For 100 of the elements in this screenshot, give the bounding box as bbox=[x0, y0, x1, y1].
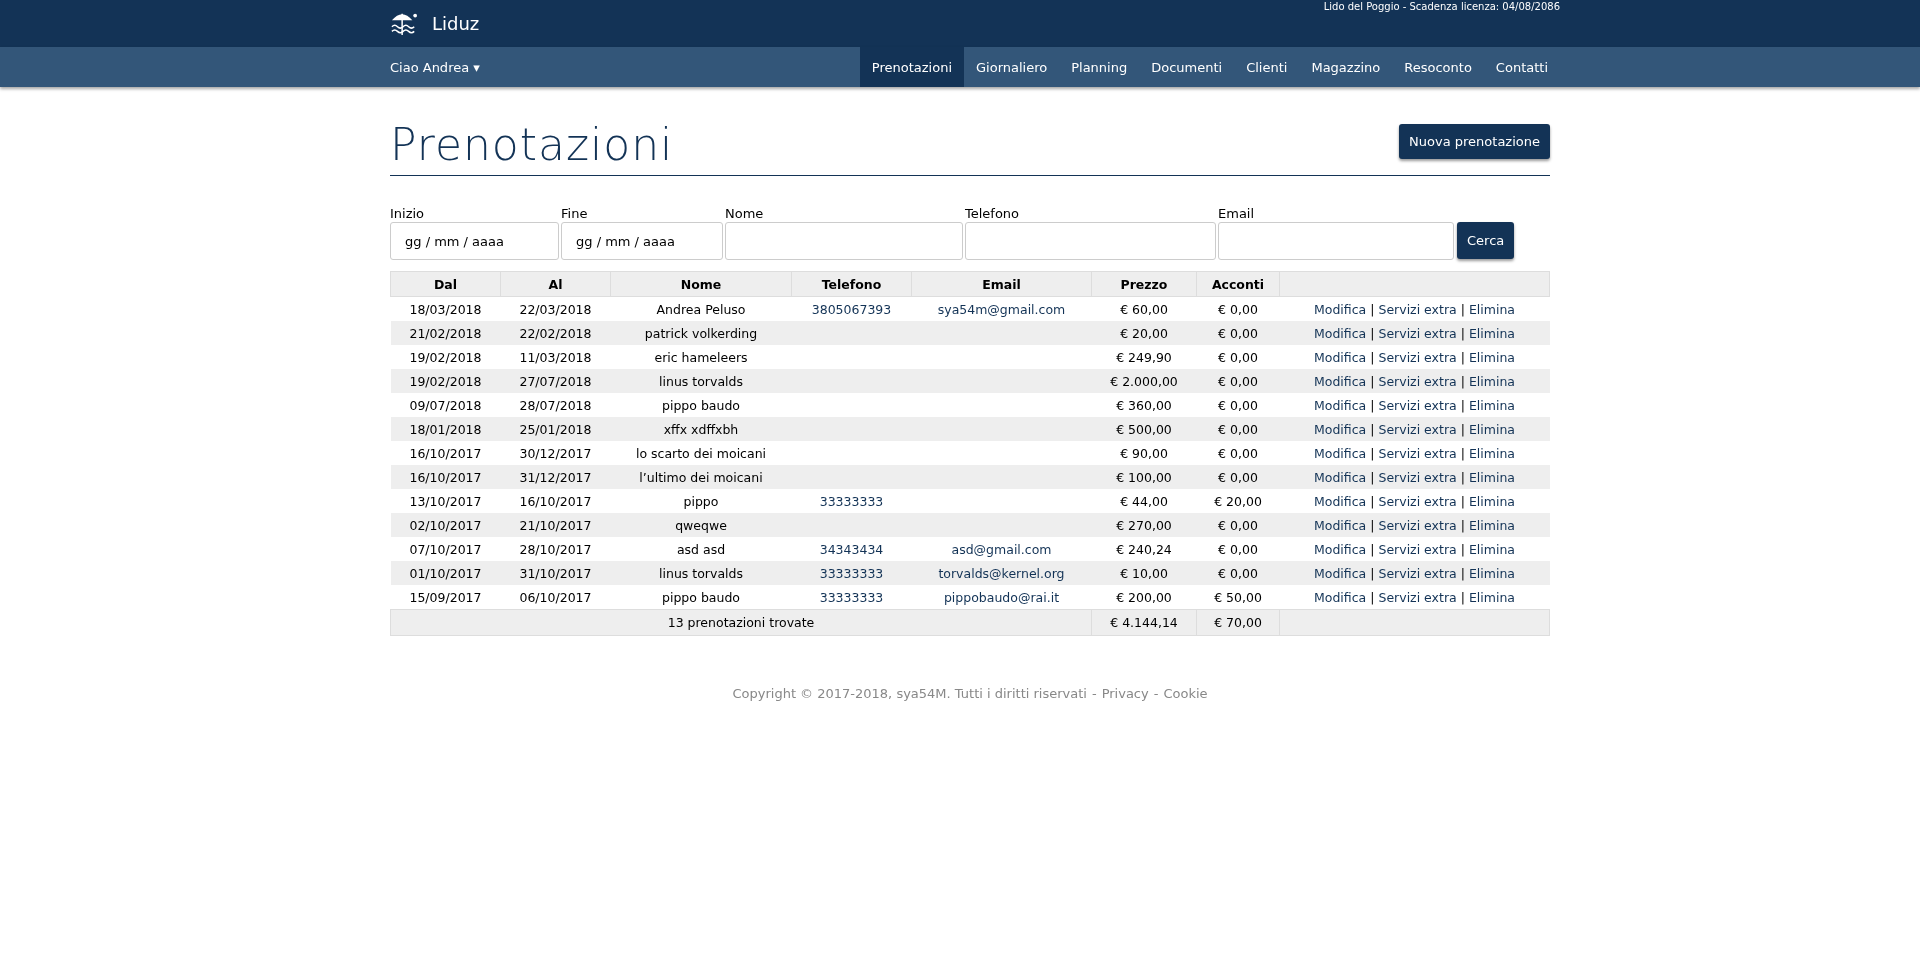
action-link[interactable]: Elimina bbox=[1468, 517, 1515, 533]
action-link[interactable]: Elimina bbox=[1468, 397, 1515, 413]
action-link[interactable]: Elimina bbox=[1468, 589, 1515, 605]
action-link[interactable]: Servizi extra bbox=[1378, 397, 1457, 413]
action-link[interactable]: Modifica bbox=[1314, 445, 1367, 461]
action-link[interactable]: Modifica bbox=[1314, 421, 1367, 437]
table-cell: 16/10/2017 bbox=[409, 469, 482, 485]
table-cell: € 2.000,00 bbox=[1110, 373, 1178, 389]
table-cell: lo scarto dei moicani bbox=[635, 445, 767, 461]
separator: | bbox=[1370, 541, 1375, 557]
table-cell: € 0,00 bbox=[1218, 397, 1258, 413]
field-label: Fine bbox=[561, 206, 589, 222]
action-link[interactable]: Modifica bbox=[1314, 541, 1367, 557]
action-link[interactable]: Elimina bbox=[1468, 373, 1515, 389]
nav-tab[interactable]: Magazzino bbox=[1299, 47, 1393, 87]
action-link[interactable]: Elimina bbox=[1468, 445, 1515, 461]
action-link[interactable]: Servizi extra bbox=[1378, 541, 1457, 557]
action-link[interactable]: Elimina bbox=[1468, 301, 1515, 317]
phone-link[interactable]: 34343434 bbox=[819, 541, 884, 557]
nav-tab[interactable]: Planning bbox=[1059, 47, 1140, 87]
nav-tab[interactable]: Resoconto bbox=[1392, 47, 1484, 87]
table-cell: 18/01/2018 bbox=[409, 421, 482, 437]
field-label: Nome bbox=[725, 206, 765, 222]
action-link[interactable]: Modifica bbox=[1314, 349, 1367, 365]
table-cell: 15/09/2017 bbox=[409, 589, 482, 605]
separator: | bbox=[1370, 565, 1375, 581]
table-cell: qweqwe bbox=[675, 517, 727, 533]
table-cell: € 0,00 bbox=[1218, 421, 1258, 437]
action-link[interactable]: Modifica bbox=[1314, 589, 1367, 605]
table-cell: 18/03/2018 bbox=[409, 301, 482, 317]
nav-tab[interactable]: Prenotazioni bbox=[859, 47, 964, 87]
action-link[interactable]: Modifica bbox=[1314, 325, 1367, 341]
action-link[interactable]: Servizi extra bbox=[1378, 445, 1457, 461]
phone-link[interactable]: 3805067393 bbox=[811, 301, 892, 317]
cookie-link[interactable]: Cookie bbox=[1163, 686, 1208, 702]
email-link[interactable]: pippobaudo@rai.it bbox=[943, 589, 1060, 605]
table-cell: 31/10/2017 bbox=[519, 565, 592, 581]
phone-link[interactable]: 33333333 bbox=[819, 589, 884, 605]
action-link[interactable]: Modifica bbox=[1314, 373, 1367, 389]
action-link[interactable]: Modifica bbox=[1314, 493, 1367, 509]
action-link[interactable]: Servizi extra bbox=[1378, 349, 1457, 365]
input-field[interactable] bbox=[965, 222, 1216, 261]
license-info: Lido del Poggio - Scadenza licenza: 04/08/2086 bbox=[1323, 1, 1560, 12]
action-link[interactable]: Modifica bbox=[1314, 565, 1367, 581]
privacy-link[interactable]: Privacy bbox=[1101, 686, 1149, 702]
action-link[interactable]: Servizi extra bbox=[1378, 469, 1457, 485]
search-button[interactable]: Cerca bbox=[1457, 222, 1515, 260]
brand-link[interactable]: Liduz bbox=[432, 12, 480, 34]
table-cell: 27/07/2018 bbox=[519, 373, 592, 389]
table-cell: 16/10/2017 bbox=[519, 493, 592, 509]
table-cell: € 20,00 bbox=[1214, 493, 1262, 509]
separator: | bbox=[1370, 421, 1375, 437]
action-link[interactable]: Elimina bbox=[1468, 469, 1515, 485]
action-link[interactable]: Elimina bbox=[1468, 421, 1515, 437]
action-link[interactable]: Modifica bbox=[1314, 469, 1367, 485]
action-link[interactable]: Servizi extra bbox=[1378, 325, 1457, 341]
nav-tab[interactable]: Giornaliero bbox=[964, 47, 1060, 87]
input-field[interactable]: gg / mm / aaaa bbox=[390, 222, 559, 261]
phone-link[interactable]: 33333333 bbox=[819, 493, 884, 509]
new-booking-button[interactable]: Nuova prenotazione bbox=[1399, 124, 1550, 159]
page-title: Prenotazioni bbox=[390, 121, 674, 170]
input-field[interactable] bbox=[725, 222, 963, 261]
separator: | bbox=[1460, 493, 1465, 509]
input-field[interactable] bbox=[1218, 222, 1454, 261]
action-link[interactable]: Elimina bbox=[1468, 541, 1515, 557]
nav-tab[interactable]: Clienti bbox=[1234, 47, 1300, 87]
action-link[interactable]: Modifica bbox=[1314, 397, 1367, 413]
action-link[interactable]: Servizi extra bbox=[1378, 421, 1457, 437]
table-cell: 28/07/2018 bbox=[519, 397, 592, 413]
action-link[interactable]: Servizi extra bbox=[1378, 301, 1457, 317]
table-cell: 28/10/2017 bbox=[519, 541, 592, 557]
separator: | bbox=[1370, 517, 1375, 533]
user-menu[interactable]: Ciao Andrea ▾ bbox=[390, 47, 480, 87]
action-link[interactable]: Elimina bbox=[1468, 565, 1515, 581]
action-link[interactable]: Elimina bbox=[1468, 325, 1515, 341]
email-link[interactable]: asd@gmail.com bbox=[951, 541, 1052, 557]
action-link[interactable]: Elimina bbox=[1468, 349, 1515, 365]
table-cell: 25/01/2018 bbox=[519, 421, 592, 437]
table-cell: 19/02/2018 bbox=[409, 349, 482, 365]
action-link[interactable]: Elimina bbox=[1468, 493, 1515, 509]
action-link[interactable]: Servizi extra bbox=[1378, 517, 1457, 533]
table-cell: patrick volkerding bbox=[644, 325, 758, 341]
action-link[interactable]: Servizi extra bbox=[1378, 565, 1457, 581]
action-link[interactable]: Servizi extra bbox=[1378, 373, 1457, 389]
separator: | bbox=[1460, 589, 1465, 605]
nav-tab[interactable]: Documenti bbox=[1139, 47, 1235, 87]
action-link[interactable]: Servizi extra bbox=[1378, 493, 1457, 509]
table-cell: 19/02/2018 bbox=[409, 373, 482, 389]
table-cell: € 10,00 bbox=[1120, 565, 1168, 581]
action-link[interactable]: Modifica bbox=[1314, 301, 1367, 317]
separator: | bbox=[1370, 397, 1375, 413]
table-cell: pippo baudo bbox=[662, 589, 740, 605]
action-link[interactable]: Servizi extra bbox=[1378, 589, 1457, 605]
action-link[interactable]: Modifica bbox=[1314, 517, 1367, 533]
input-field[interactable]: gg / mm / aaaa bbox=[561, 222, 723, 261]
nav-tab[interactable]: Contatti bbox=[1483, 47, 1560, 87]
separator: | bbox=[1460, 565, 1465, 581]
table-cell: € 500,00 bbox=[1116, 421, 1172, 437]
email-link[interactable]: sya54m@gmail.com bbox=[937, 301, 1066, 317]
table-cell: 21/02/2018 bbox=[409, 325, 482, 341]
